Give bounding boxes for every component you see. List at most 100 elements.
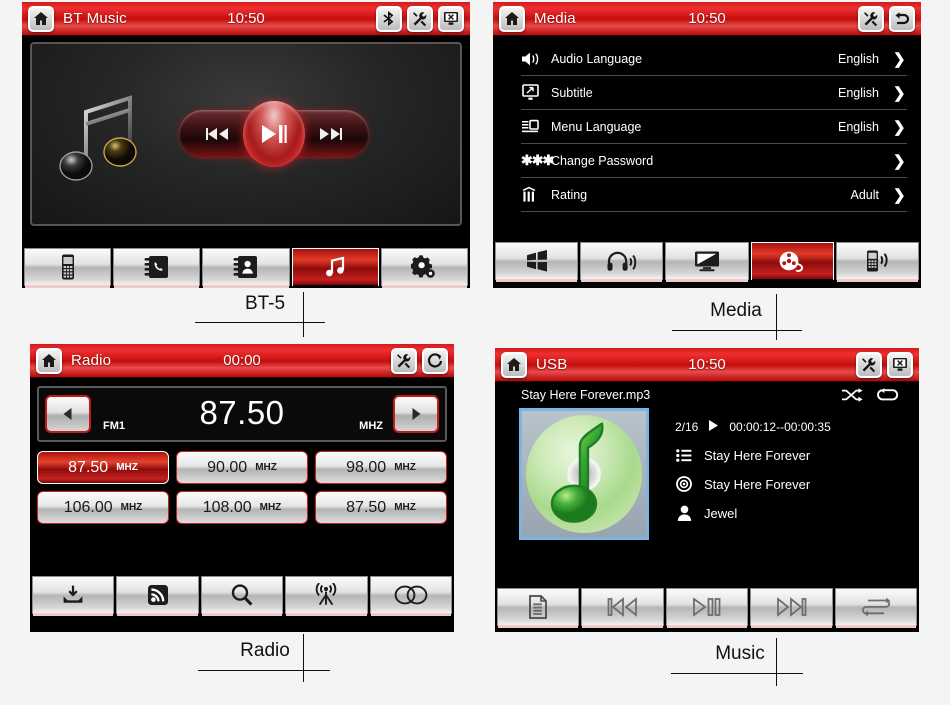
preset-frequency: 90.00 [207,458,248,476]
tools-icon[interactable] [407,5,433,32]
chevron-right-icon[interactable]: ❯ [893,50,906,68]
preset-button-1[interactable]: 87.50 MHZ [37,451,169,484]
preset-button-5[interactable]: 108.00 MHZ [176,491,308,524]
toolbar-previous-track[interactable] [581,588,664,628]
toolbar-phone-signal[interactable] [835,242,920,282]
panel-bt-music: BT Music 10:50 [22,2,470,288]
contacts-book-icon [233,256,257,278]
preset-frequency: 87.50 [68,458,109,476]
toolbar-play-pause[interactable] [665,588,749,628]
settings-gear-icon [411,255,436,278]
toolbar-repeat-all[interactable] [834,588,918,628]
screen-off-icon[interactable] [438,5,464,32]
toolbar-contacts[interactable] [202,248,290,288]
asterisks-icon: ✱✱✱ [521,152,554,168]
caption-radio: Radio [205,640,325,662]
tools-icon[interactable] [858,5,884,32]
media-row-value: Adult [850,187,880,202]
caption-media-underline [672,330,802,331]
music-note-artwork-icon [58,90,142,191]
bluetooth-icon[interactable] [376,5,402,32]
usb-toolbar [495,586,919,629]
tools-icon[interactable] [391,347,417,374]
radio-unit-label: MHZ [359,420,383,432]
media-row-change-password[interactable]: ✱✱✱ Change Password ❯ [521,144,907,178]
screen-off-icon[interactable] [887,351,913,378]
toolbar-rss-signal[interactable] [116,576,199,616]
media-row-menu-language[interactable]: Menu Language English ❯ [521,110,907,144]
toolbar-save-preset[interactable] [32,576,115,616]
toolbar-windows[interactable] [495,242,579,282]
repeat-all-icon [861,597,891,617]
toolbar-stereo[interactable] [369,576,453,616]
toolbar-antenna[interactable] [285,576,368,616]
preset-button-4[interactable]: 106.00 MHZ [37,491,169,524]
toolbar-mobile-phone[interactable] [24,248,112,288]
media-row-label: Audio Language [551,51,643,66]
chevron-right-icon[interactable]: ❯ [893,186,906,204]
media-row-audio-language[interactable]: Audio Language English ❯ [521,42,907,76]
preset-frequency: 108.00 [202,498,252,516]
media-title: Media [534,10,576,27]
toolbar-search[interactable] [200,576,284,616]
tools-icon[interactable] [856,351,882,378]
home-icon[interactable] [499,5,525,32]
file-list-icon [529,595,548,619]
caption-music: Music [680,643,800,665]
radio-frequency-display: 87.50 FM1 MHZ [37,386,447,442]
chevron-right-icon[interactable]: ❯ [893,84,906,102]
screenshot-page: BT Music 10:50 BT-5 Media 10:50 Audio La… [0,0,950,705]
home-icon[interactable] [36,347,62,374]
toolbar-monitor[interactable] [665,242,749,282]
chevron-right-icon[interactable]: ❯ [893,152,906,170]
refresh-icon[interactable] [422,347,448,374]
preset-button-3[interactable]: 98.00 MHZ [315,451,447,484]
caption-media-text: Media [710,300,762,321]
home-icon[interactable] [28,5,54,32]
usb-playback-modes [667,388,911,407]
preset-unit: MHZ [259,502,282,513]
caption-bt: BT-5 [205,293,325,315]
preset-frequency: 87.50 [346,498,387,516]
shuffle-icon[interactable] [841,388,863,407]
caption-music-text: Music [715,643,765,664]
media-toolbar [493,240,921,283]
chevron-right-icon[interactable]: ❯ [893,118,906,136]
usb-clock: 10:50 [688,356,726,373]
radio-presets-grid: 87.50 MHZ 90.00 MHZ 98.00 MHZ 106.00 MHZ [37,451,447,524]
preset-button-6[interactable]: 87.50 MHZ [315,491,447,524]
bt-titlebar: BT Music 10:50 [22,2,470,36]
usb-now-playing: Stay Here Forever.mp3 2/16 00:00:12--00:… [495,382,919,594]
tune-down-button[interactable] [45,395,91,433]
home-icon[interactable] [501,351,527,378]
usb-time: 00:00:12--00:00:35 [729,420,831,434]
preset-unit: MHZ [394,462,416,473]
album-art [519,408,649,540]
caption-radio-text: Radio [240,640,290,661]
media-row-subtitle[interactable]: Subtitle English ❯ [521,76,907,110]
toolbar-call-log[interactable] [113,248,201,288]
toolbar-next-track[interactable] [750,588,833,628]
artist-icon [675,505,693,521]
toolbar-headphones[interactable] [580,242,664,282]
radio-frequency-readout: 87.50 FM1 MHZ [91,388,393,440]
preset-unit: MHZ [120,502,143,513]
usb-titlebar: USB 10:50 [495,348,919,382]
toolbar-settings[interactable] [380,248,469,288]
back-icon[interactable] [889,5,915,32]
search-icon [231,584,253,606]
repeat-icon[interactable] [877,388,899,407]
toolbar-file-list[interactable] [497,588,580,628]
media-row-rating[interactable]: Rating Adult ❯ [521,178,907,212]
toolbar-movie[interactable] [750,242,834,282]
play-pause-button[interactable] [243,101,305,167]
toolbar-music[interactable] [291,248,379,288]
tune-up-button[interactable] [393,395,439,433]
bt-toolbar [22,246,470,288]
usb-titlebar-actions [856,351,919,378]
bt-titlebar-actions [376,5,470,32]
preset-button-2[interactable]: 90.00 MHZ [176,451,308,484]
preset-frequency: 106.00 [63,498,113,516]
radio-clock: 00:00 [223,352,261,369]
usb-title: USB [536,356,568,373]
